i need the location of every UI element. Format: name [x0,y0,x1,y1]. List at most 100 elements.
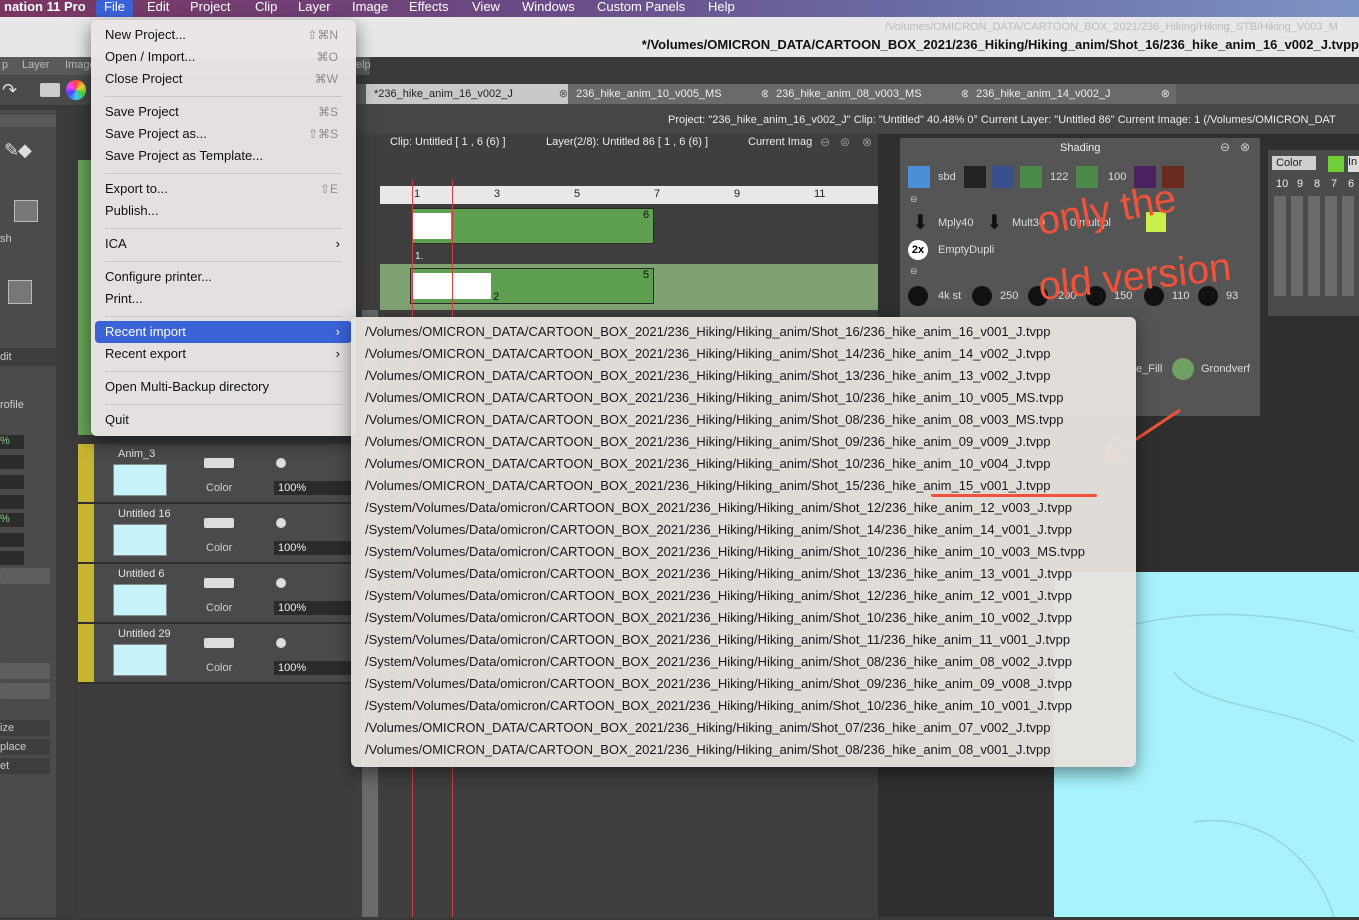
collapse-icon[interactable]: ⊖ [910,194,918,205]
recent-file-item[interactable]: /System/Volumes/Data/omicron/CARTOON_BOX… [365,541,1085,563]
recent-file-item[interactable]: /System/Volumes/Data/omicron/CARTOON_BOX… [365,497,1072,519]
menu-item-multi-backup[interactable]: Open Multi-Backup directory [95,376,352,398]
clip-bar-1[interactable]: 6 [412,208,654,244]
menu-item-save-project[interactable]: Save Project ⌘S [95,101,352,123]
layer-row[interactable]: Untitled 16 Color 100% [78,504,358,564]
menu-item-export[interactable]: Export to... ⇧E [95,178,352,200]
left-field-4[interactable] [0,495,24,509]
layer-opacity[interactable]: 100% [274,541,358,555]
layer-mode-icon[interactable] [204,578,234,588]
recent-file-item[interactable]: /Volumes/OMICRON_DATA/CARTOON_BOX_2021/2… [365,387,1064,409]
frame-ruler[interactable]: 1 3 5 7 9 11 [380,186,878,204]
left-field-5[interactable]: % [0,513,24,527]
menu-effects[interactable]: Effects [401,0,457,17]
brush-preset-icon[interactable] [908,166,930,188]
menu-item-save-project-as[interactable]: Save Project as... ⇧⌘S [95,123,352,145]
layer-opacity[interactable]: 100% [274,661,358,675]
pencil-tool-icon[interactable] [8,280,32,304]
left-field-1[interactable]: % [0,435,24,449]
left-dropdown-2[interactable] [0,663,50,679]
layer-opacity[interactable]: 100% [274,601,358,615]
menu-clip[interactable]: Clip [247,0,285,17]
toolbar-label-help[interactable]: elp [356,59,371,71]
recent-file-item[interactable]: /Volumes/OMICRON_DATA/CARTOON_BOX_2021/2… [365,409,1064,431]
tab-project-10[interactable]: 236_hike_anim_10_v005_MS ⊗ [568,84,776,104]
recent-file-item[interactable]: /Volumes/OMICRON_DATA/CARTOON_BOX_2021/2… [365,365,1051,387]
menu-file[interactable]: File [96,0,133,17]
restore-icon[interactable]: ⊜ [840,135,850,149]
select-tool-icon[interactable] [14,200,38,222]
clip-bar-2[interactable]: 2 5 [410,268,654,304]
layer-opacity[interactable]: 100% [274,481,358,495]
close-icon[interactable]: ⊗ [559,84,568,104]
close-icon[interactable]: ⊗ [1161,84,1170,104]
left-place-row[interactable]: place [0,739,50,755]
layer-row[interactable]: Anim_3 Color 100% [78,444,358,504]
close-icon[interactable]: ⊗ [1240,140,1250,154]
menu-view[interactable]: View [464,0,508,17]
layer-light-icon[interactable] [276,518,286,528]
menu-item-save-template[interactable]: Save Project as Template... [95,145,352,167]
recent-file-item[interactable]: /Volumes/OMICRON_DATA/CARTOON_BOX_2021/2… [365,343,1051,365]
color-panel-tab-2[interactable]: In [1348,156,1359,172]
menu-edit[interactable]: Edit [139,0,177,17]
left-field-7[interactable] [0,551,24,565]
menu-windows[interactable]: Windows [514,0,583,17]
recent-file-item[interactable]: /System/Volumes/Data/omicron/CARTOON_BOX… [365,519,1072,541]
arrow-down-icon[interactable]: ⬇ [986,210,1003,235]
tab-project-08[interactable]: 236_hike_anim_08_v003_MS ⊗ [768,84,976,104]
menu-custom-panels[interactable]: Custom Panels [589,0,693,17]
menu-item-publish[interactable]: Publish... [95,200,352,222]
recent-file-item[interactable]: /Volumes/OMICRON_DATA/CARTOON_BOX_2021/2… [365,717,1051,739]
duplicate-badge[interactable]: 2x [908,240,928,260]
toolbar-label-layer[interactable]: Layer [22,59,50,71]
brush-icon[interactable]: ✎ [4,140,19,161]
recent-file-item[interactable]: /System/Volumes/Data/omicron/CARTOON_BOX… [365,563,1072,585]
layer-mode-icon[interactable] [204,518,234,528]
menu-project[interactable]: Project [182,0,238,17]
recent-file-item[interactable]: /System/Volumes/Data/omicron/CARTOON_BOX… [365,695,1072,717]
left-dropdown-1[interactable] [0,568,50,584]
layer-light-icon[interactable] [276,638,286,648]
menu-item-open-import[interactable]: Open / Import... ⌘O [95,46,352,68]
recent-file-item[interactable]: /System/Volumes/Data/omicron/CARTOON_BOX… [365,651,1072,673]
menu-image[interactable]: Image [344,0,396,17]
minus-icon[interactable]: ⊖ [820,135,830,149]
color-wheel-icon[interactable] [66,80,86,100]
brush-size-dot[interactable] [972,286,992,306]
camera-icon[interactable] [40,83,60,97]
recent-file-item[interactable]: /Volumes/OMICRON_DATA/CARTOON_BOX_2021/2… [365,453,1051,475]
left-field-3[interactable] [0,475,24,489]
menu-item-quit[interactable]: Quit [95,409,352,431]
close-icon[interactable]: ⊗ [862,135,872,149]
layer-light-icon[interactable] [276,458,286,468]
menu-item-recent-import[interactable]: Recent import › [95,321,352,343]
left-field-6[interactable] [0,533,24,547]
menu-item-configure-printer[interactable]: Configure printer... [95,266,352,288]
recent-file-item[interactable]: /System/Volumes/Data/omicron/CARTOON_BOX… [365,673,1072,695]
menu-item-new-project[interactable]: New Project... ⇧⌘N [95,24,352,46]
collapse-icon[interactable]: ⊖ [910,266,918,277]
redo-icon[interactable]: ↷ [2,80,17,101]
menu-help[interactable]: Help [700,0,743,17]
layer-mode-icon[interactable] [204,638,234,648]
left-dropdown-3[interactable] [0,683,50,699]
recent-file-item[interactable]: /Volumes/OMICRON_DATA/CARTOON_BOX_2021/2… [365,739,1051,761]
minus-icon[interactable]: ⊖ [1220,140,1230,154]
recent-file-item[interactable]: /Volumes/OMICRON_DATA/CARTOON_BOX_2021/2… [365,431,1051,453]
app-menu[interactable]: nation 11 Pro [0,0,94,17]
brush-preset-icon[interactable] [964,166,986,188]
menu-item-recent-export[interactable]: Recent export › [95,343,352,365]
eraser-icon[interactable]: ◆ [18,140,32,161]
color-swatch[interactable] [1328,156,1344,172]
menu-item-close-project[interactable]: Close Project ⌘W [95,68,352,90]
level-slider[interactable] [1342,196,1354,296]
tab-project-14[interactable]: 236_hike_anim_14_v002_J ⊗ [968,84,1176,104]
menu-item-ica[interactable]: ICA › [95,233,352,255]
arrow-down-icon[interactable]: ⬇ [912,210,929,235]
recent-file-item[interactable]: /System/Volumes/Data/omicron/CARTOON_BOX… [365,607,1072,629]
recent-file-item[interactable]: /System/Volumes/Data/omicron/CARTOON_BOX… [365,585,1072,607]
recent-file-item[interactable]: /Volumes/OMICRON_DATA/CARTOON_BOX_2021/2… [365,321,1051,343]
brush-size-dot[interactable] [908,286,928,306]
left-reset-row[interactable]: et [0,758,50,774]
